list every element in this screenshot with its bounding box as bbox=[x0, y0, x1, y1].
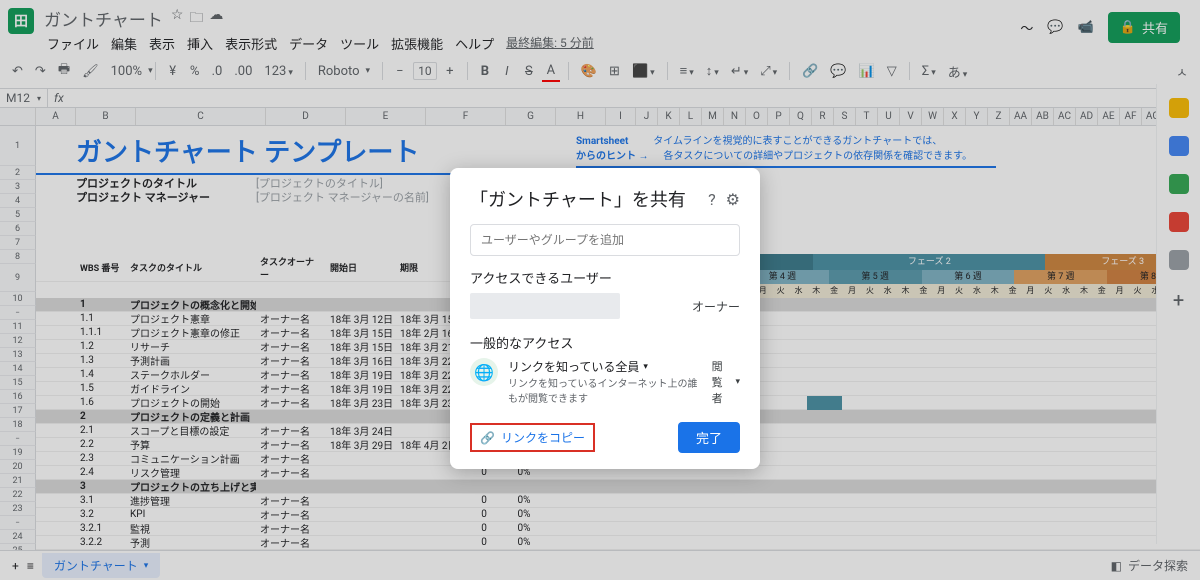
viewer-label: 閲覧者 bbox=[712, 358, 734, 406]
chevron-down-icon[interactable]: ▾ bbox=[643, 362, 648, 372]
link-desc: リンクを知っているインターネット上の誰もが閲覧できます bbox=[508, 375, 702, 405]
access-label: アクセスできるユーザー bbox=[470, 268, 740, 287]
owner-chip bbox=[470, 293, 620, 319]
dialog-title: 「ガントチャート」を共有 bbox=[470, 186, 686, 212]
done-button[interactable]: 完了 bbox=[678, 422, 740, 453]
gear-icon[interactable]: ⚙ bbox=[726, 190, 740, 209]
copy-link-label: リンクをコピー bbox=[501, 429, 585, 446]
link-icon: 🔗 bbox=[480, 431, 495, 445]
link-anyone[interactable]: リンクを知っている全員 bbox=[508, 358, 639, 375]
help-icon[interactable]: ? bbox=[708, 190, 716, 209]
share-dialog: 「ガントチャート」を共有 ? ⚙ アクセスできるユーザー オーナー 一般的なアク… bbox=[450, 168, 760, 469]
general-label: 一般的なアクセス bbox=[470, 333, 740, 352]
viewer-role[interactable]: 閲覧者 ▾ bbox=[712, 358, 740, 406]
copy-link-button[interactable]: 🔗 リンクをコピー bbox=[470, 423, 595, 452]
people-input[interactable] bbox=[470, 224, 740, 256]
owner-role: オーナー bbox=[692, 298, 740, 315]
globe-icon: 🌐 bbox=[470, 358, 498, 386]
